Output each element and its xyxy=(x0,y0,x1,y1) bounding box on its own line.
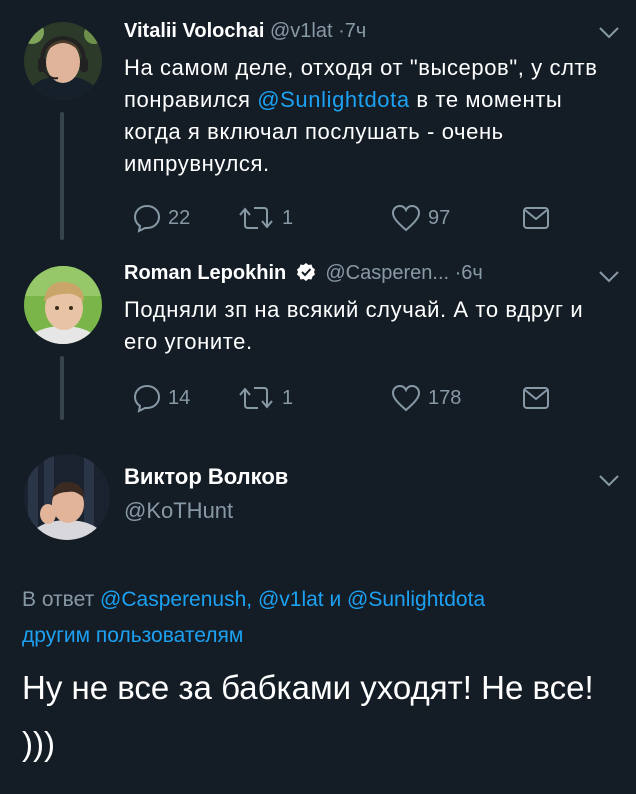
tweet-thread: Vitalii Volochai @v1lat ·7ч На самом дел… xyxy=(0,0,636,794)
reply-prefix: В ответ xyxy=(22,588,101,611)
other-users-link[interactable]: другим пользователям xyxy=(22,624,243,647)
tweet-time[interactable]: 7ч xyxy=(345,20,367,42)
reply-count: 14 xyxy=(168,386,191,409)
tweet-text: Ну не все за бабками уходят! Не все! ))) xyxy=(22,669,594,762)
reply-separator: , xyxy=(246,588,258,611)
reply-button[interactable]: 22 xyxy=(132,202,190,234)
reply-button[interactable]: 14 xyxy=(132,382,190,414)
reply-count: 22 xyxy=(168,206,191,229)
author-handle[interactable]: @Casperen... xyxy=(325,262,449,284)
author-name[interactable]: Виктор Волков xyxy=(124,464,288,490)
author-handle[interactable]: @KoTHunt xyxy=(124,498,233,524)
retweet-button[interactable]: 1 xyxy=(236,382,293,414)
tweet-actions: 22 1 97 xyxy=(124,202,564,234)
avatar[interactable] xyxy=(24,266,102,344)
author-handle[interactable]: @v1lat xyxy=(270,20,333,42)
retweet-icon xyxy=(239,207,273,229)
reply-separator: и xyxy=(323,588,348,611)
mention-link[interactable]: @Casperenush xyxy=(100,588,246,611)
tweet-time[interactable]: 6ч xyxy=(461,262,483,284)
chevron-down-icon[interactable] xyxy=(598,26,620,40)
mention-link[interactable]: @Sunlightdota xyxy=(347,588,485,611)
message-button[interactable] xyxy=(522,202,550,234)
chevron-down-icon[interactable] xyxy=(598,270,620,284)
avatar[interactable] xyxy=(24,454,110,540)
verified-icon xyxy=(296,263,315,281)
retweet-icon xyxy=(239,387,273,409)
like-count: 97 xyxy=(428,206,451,229)
retweet-count: 1 xyxy=(282,206,294,229)
mention-link[interactable]: @Sunlightdota xyxy=(257,87,409,112)
thread-line xyxy=(60,112,64,240)
reply-context: В ответ @Casperenush, @v1lat и @Sunlight… xyxy=(22,582,622,654)
tweet-text: Подняли зп на всякий случай. А то вдруг … xyxy=(124,297,584,354)
reply-icon xyxy=(133,204,161,233)
chevron-down-icon[interactable] xyxy=(598,474,620,488)
tweet-actions: 14 1 178 xyxy=(124,382,564,414)
like-count: 178 xyxy=(428,386,462,409)
author-name[interactable]: Roman Lepokhin xyxy=(124,262,286,284)
author-name[interactable]: Vitalii Volochai xyxy=(124,20,264,42)
like-icon xyxy=(391,384,421,412)
like-icon xyxy=(391,204,421,232)
reply-icon xyxy=(133,384,161,413)
retweet-button[interactable]: 1 xyxy=(236,202,293,234)
message-icon xyxy=(523,387,549,409)
separator-dot: · xyxy=(338,20,345,42)
like-button[interactable]: 97 xyxy=(390,202,450,234)
message-button[interactable] xyxy=(522,382,550,414)
retweet-count: 1 xyxy=(282,386,294,409)
tweet-header: Vitalii Volochai @v1lat ·7ч xyxy=(124,20,366,43)
tweet-text: На самом деле, отходя от "высеров", у сл… xyxy=(124,52,614,180)
tweet-header: Roman Lepokhin @Casperen... ·6ч xyxy=(124,262,483,285)
like-button[interactable]: 178 xyxy=(390,382,461,414)
avatar[interactable] xyxy=(24,22,102,100)
message-icon xyxy=(523,207,549,229)
thread-line xyxy=(60,356,64,420)
mention-link[interactable]: @v1lat xyxy=(258,588,324,611)
